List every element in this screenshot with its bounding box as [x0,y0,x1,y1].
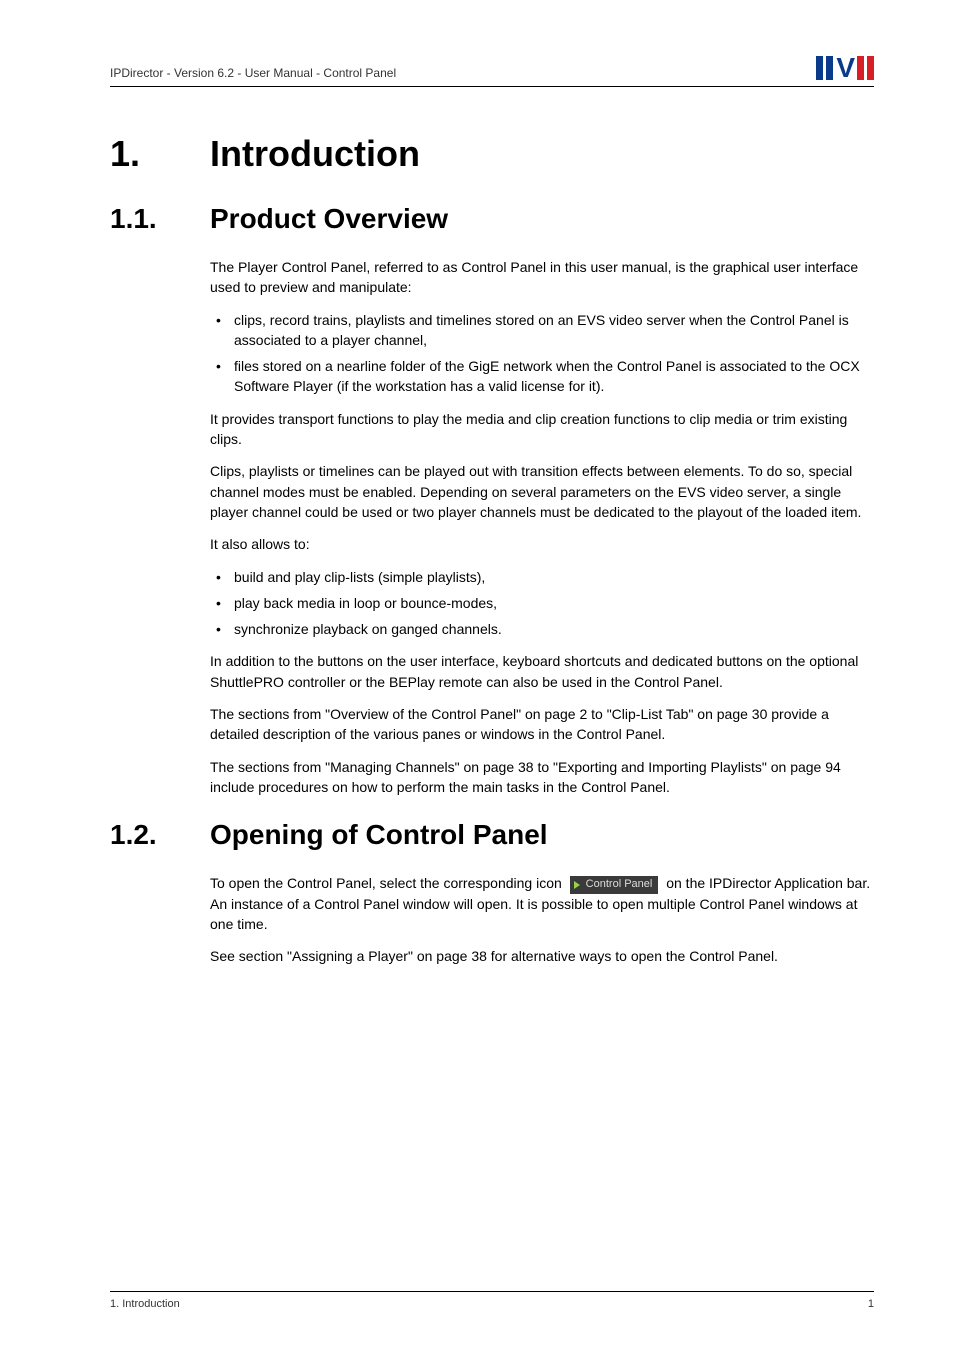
list-item: clips, record trains, playlists and time… [210,310,874,351]
page-footer: 1. Introduction 1 [110,1291,874,1310]
text-run: To open the Control Panel, select the co… [210,875,566,891]
paragraph: Clips, playlists or timelines can be pla… [210,461,874,522]
section-number: 1.1. [110,203,210,235]
section-title: Product Overview [210,203,448,235]
logo-bar-icon [857,56,864,80]
section-body: The Player Control Panel, referred to as… [210,257,874,797]
paragraph: It also allows to: [210,534,874,554]
header-breadcrumb: IPDirector - Version 6.2 - User Manual -… [110,66,396,80]
paragraph: The Player Control Panel, referred to as… [210,257,874,298]
chapter-title: Introduction [210,133,420,175]
paragraph: To open the Control Panel, select the co… [210,873,874,934]
bullet-list: clips, record trains, playlists and time… [210,310,874,397]
section-title: Opening of Control Panel [210,819,548,851]
paragraph: See section "Assigning a Player" on page… [210,946,874,966]
page-header: IPDirector - Version 6.2 - User Manual -… [110,56,874,87]
logo-bar-icon [867,56,874,80]
list-item: build and play clip-lists (simple playli… [210,567,874,587]
section-heading: 1.1. Product Overview [110,203,874,235]
section-heading: 1.2. Opening of Control Panel [110,819,874,851]
chapter-number: 1. [110,133,210,175]
footer-section: 1. Introduction [110,1298,180,1310]
list-item: synchronize playback on ganged channels. [210,619,874,639]
logo-bar-icon [826,56,833,80]
paragraph: It provides transport functions to play … [210,409,874,450]
paragraph: In addition to the buttons on the user i… [210,651,874,692]
chapter-heading: 1. Introduction [110,133,874,175]
bullet-list: build and play clip-lists (simple playli… [210,567,874,640]
section-number: 1.2. [110,819,210,851]
list-item: play back media in loop or bounce-modes, [210,593,874,613]
list-item: files stored on a nearline folder of the… [210,356,874,397]
paragraph: The sections from "Managing Channels" on… [210,757,874,798]
page: IPDirector - Version 6.2 - User Manual -… [0,0,954,1350]
logo-v-icon: V [836,56,854,80]
icon-label: Control Panel [586,877,653,893]
logo-bar-icon [816,56,823,80]
section-body: To open the Control Panel, select the co… [210,873,874,966]
control-panel-toolbar-icon: Control Panel [570,876,659,894]
paragraph: The sections from "Overview of the Contr… [210,704,874,745]
play-icon [574,881,580,889]
evs-logo: V [816,56,874,80]
footer-page-number: 1 [868,1298,874,1310]
